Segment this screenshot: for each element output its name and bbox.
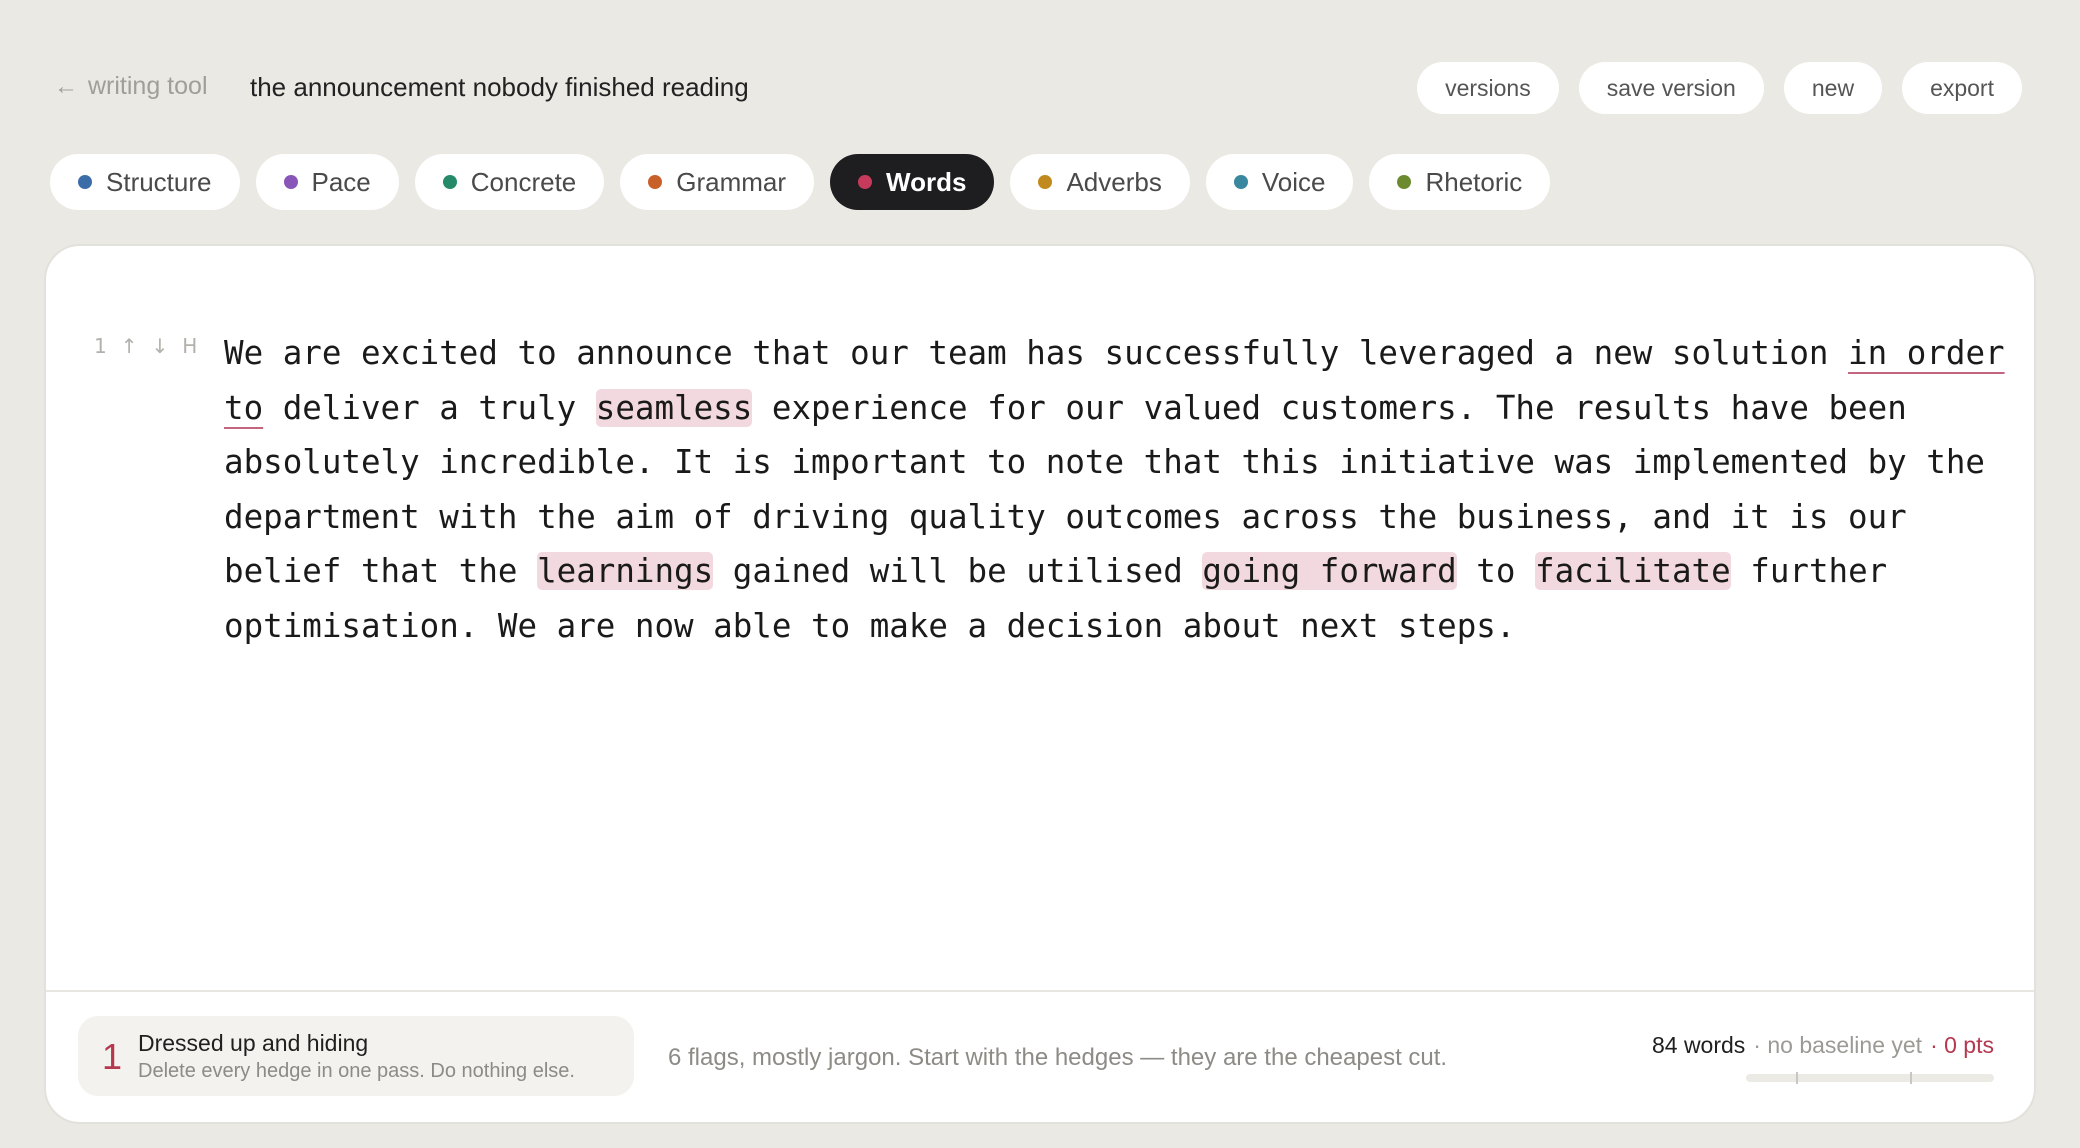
text-segment: to xyxy=(1456,552,1536,590)
editor-paragraph[interactable]: We are excited to announce that our team… xyxy=(224,326,2014,653)
tab-pace[interactable]: Pace xyxy=(255,154,399,210)
heading-toggle-icon[interactable]: H xyxy=(182,334,197,358)
baseline-status: · no baseline yet xyxy=(1753,1032,1923,1058)
progress-tick xyxy=(1910,1072,1912,1084)
back-link-label: writing tool xyxy=(88,72,208,100)
arrow-left-icon: ← xyxy=(54,72,78,100)
editor-footer: 1 Dressed up and hiding Delete every hed… xyxy=(46,990,2034,1122)
flag-jargon-word[interactable]: facilitate xyxy=(1535,552,1731,590)
concrete-dot-icon xyxy=(442,175,457,189)
rhetoric-dot-icon xyxy=(1397,175,1412,189)
export-button[interactable]: export xyxy=(1902,62,2022,114)
word-stats: 84 words · no baseline yet · 0 pts xyxy=(1652,1032,1994,1059)
points-count: · 0 pts xyxy=(1930,1032,1994,1058)
tab-adverbs[interactable]: Adverbs xyxy=(1010,154,1190,210)
suggestion-title: Dressed up and hiding xyxy=(138,1030,369,1056)
points-progress-bar xyxy=(1746,1072,1994,1084)
suggestion-card[interactable]: 1 Dressed up and hiding Delete every hed… xyxy=(78,1016,634,1096)
header-actions: versions save version new export xyxy=(1417,62,2022,114)
tab-label: Adverbs xyxy=(1066,166,1162,197)
words-dot-icon xyxy=(858,175,873,189)
tab-concrete[interactable]: Concrete xyxy=(414,154,605,210)
suggestion-number: 1 xyxy=(102,1036,123,1077)
flag-jargon-word[interactable]: seamless xyxy=(595,388,753,427)
header: ← writing tool the announcement nobody f… xyxy=(0,0,2080,150)
save-version-button[interactable]: save version xyxy=(1578,62,1764,114)
back-link[interactable]: ← writing tool xyxy=(54,72,208,101)
paragraph-controls: 1 ↑ ↓ H xyxy=(94,334,197,358)
tab-label: Concrete xyxy=(470,166,577,197)
structure-dot-icon xyxy=(78,175,92,189)
text-segment: deliver a truly xyxy=(263,388,596,427)
adverbs-dot-icon xyxy=(1038,175,1053,189)
tab-label: Words xyxy=(886,166,967,197)
tab-rhetoric[interactable]: Rhetoric xyxy=(1369,154,1551,210)
versions-button[interactable]: versions xyxy=(1417,62,1559,114)
tab-structure[interactable]: Structure xyxy=(50,154,240,210)
lens-tabs: Structure Pace Concrete Grammar Words Ad… xyxy=(50,154,1551,210)
flag-jargon-word[interactable]: learnings xyxy=(537,552,714,590)
move-up-icon[interactable]: ↑ xyxy=(121,334,138,358)
word-count: 84 words xyxy=(1651,1032,1746,1058)
flag-jargon-word[interactable]: going forward xyxy=(1202,552,1457,590)
text-segment: We are excited to announce that our team… xyxy=(224,334,1849,372)
tab-label: Grammar xyxy=(676,166,787,197)
progress-tick xyxy=(1796,1072,1798,1084)
document-title: the announcement nobody finished reading xyxy=(250,72,749,102)
tab-label: Rhetoric xyxy=(1425,166,1523,197)
grammar-dot-icon xyxy=(648,175,663,189)
tab-grammar[interactable]: Grammar xyxy=(620,154,815,210)
text-segment: gained will be utilised xyxy=(713,552,1203,590)
voice-dot-icon xyxy=(1233,175,1248,189)
new-button[interactable]: new xyxy=(1783,62,1883,114)
move-down-icon[interactable]: ↓ xyxy=(152,334,169,358)
editor-card: 1 ↑ ↓ H We are excited to announce that … xyxy=(44,244,2036,1124)
pace-dot-icon xyxy=(283,175,298,189)
paragraph-number: 1 xyxy=(94,334,107,358)
suggestion-subtitle: Delete every hedge in one pass. Do nothi… xyxy=(138,1060,575,1082)
tab-label: Pace xyxy=(311,166,371,197)
tab-label: Structure xyxy=(106,166,212,197)
flags-summary: 6 flags, mostly jargon. Start with the h… xyxy=(668,1044,1448,1071)
tab-words[interactable]: Words xyxy=(830,154,995,210)
tab-label: Voice xyxy=(1261,166,1326,197)
tab-voice[interactable]: Voice xyxy=(1205,154,1354,210)
